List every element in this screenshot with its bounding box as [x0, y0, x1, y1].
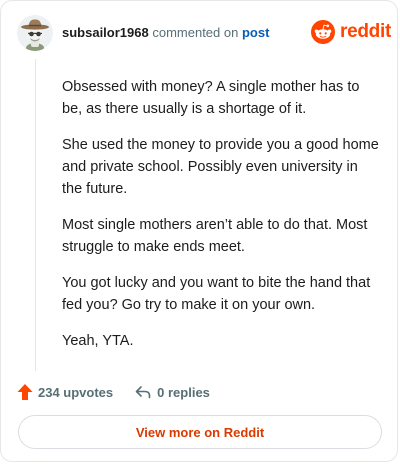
reply-arrow-icon: [135, 386, 151, 399]
comment-paragraph: You got lucky and you want to bite the h…: [62, 275, 371, 313]
comment-paragraph: She used the money to provide you a good…: [62, 137, 379, 197]
thread-line: [35, 59, 36, 371]
reddit-snoo-icon: [311, 20, 335, 44]
comment-embed-card: subsailor1968 commented on post reddit O…: [0, 0, 398, 462]
reddit-logo[interactable]: reddit: [311, 20, 391, 44]
upvote-count: 234 upvotes: [38, 384, 114, 400]
comment-actions: 234 upvotes 0 replies: [17, 382, 210, 402]
comment-paragraph: Yeah, YTA.: [62, 333, 134, 349]
comment-paragraph: Most single mothers aren’t able to do th…: [62, 217, 368, 255]
avatar-snoo-cowboy-icon: [21, 19, 49, 51]
commented-on-label: commented on: [152, 25, 239, 40]
view-more-button[interactable]: View more on Reddit: [18, 415, 382, 449]
upvote-arrow-icon: [17, 384, 33, 400]
post-link[interactable]: post: [242, 25, 269, 40]
reddit-wordmark: reddit: [340, 21, 391, 42]
replies-button[interactable]: 0 replies: [135, 385, 210, 400]
user-avatar[interactable]: [17, 15, 53, 51]
upvote-button[interactable]: 234 upvotes: [17, 383, 113, 401]
username-link[interactable]: subsailor1968: [62, 25, 149, 40]
comment-body: Obsessed with money? A single mother has…: [62, 76, 380, 366]
comment-paragraph: Obsessed with money? A single mother has…: [62, 79, 360, 117]
reply-count: 0 replies: [157, 384, 210, 400]
comment-header: subsailor1968 commented on post: [62, 25, 269, 41]
